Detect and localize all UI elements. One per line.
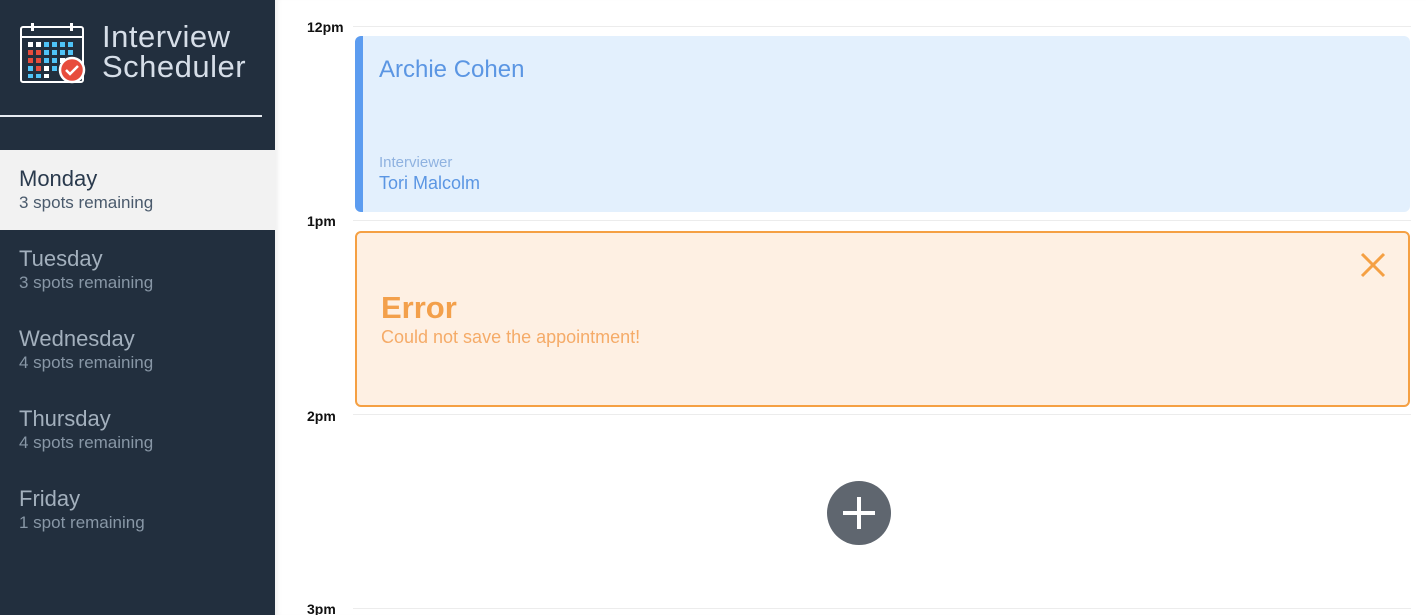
add-appointment-button[interactable]	[827, 481, 891, 545]
slot-separator	[353, 220, 1411, 221]
brand: Interview Scheduler	[20, 20, 260, 90]
day-name: Friday	[19, 486, 81, 511]
day-item-wednesday[interactable]: Wednesday 4 spots remaining	[0, 310, 275, 390]
error-title: Error	[381, 290, 457, 325]
slot-separator	[353, 608, 1411, 609]
day-name: Tuesday	[19, 246, 103, 271]
appointment-card[interactable]: Archie Cohen Interviewer Tori Malcolm	[355, 36, 1410, 212]
app: Interview Scheduler Monday 3 spots remai…	[0, 0, 1426, 615]
day-name: Wednesday	[19, 326, 135, 351]
day-spots: 1 spot remaining	[19, 513, 145, 532]
time-label-3pm: 3pm	[307, 601, 336, 615]
app-title-line1: Interview	[102, 19, 231, 54]
error-card: Error Could not save the appointment!	[355, 231, 1410, 407]
day-spots: 3 spots remaining	[19, 193, 154, 212]
app-title: Interview Scheduler	[102, 19, 247, 84]
day-spots: 4 spots remaining	[19, 353, 154, 372]
time-label-1pm: 1pm	[307, 213, 336, 229]
error-message: Could not save the appointment!	[381, 327, 641, 347]
plus-icon	[843, 497, 875, 529]
day-name: Thursday	[19, 406, 111, 431]
schedule: 12pm Archie Cohen Interviewer Tori Malco…	[275, 0, 1426, 615]
time-label-2pm: 2pm	[307, 408, 336, 424]
close-icon[interactable]	[1358, 250, 1388, 280]
day-item-monday[interactable]: Monday 3 spots remaining	[0, 150, 275, 230]
sidebar-divider	[0, 115, 262, 117]
day-item-thursday[interactable]: Thursday 4 spots remaining	[0, 390, 275, 470]
slot-separator	[353, 414, 1411, 415]
day-list: Monday 3 spots remaining Tuesday 3 spots…	[0, 150, 275, 550]
app-title-line2: Scheduler	[102, 49, 247, 84]
day-name: Monday	[19, 166, 98, 191]
calendar-check-icon	[20, 23, 86, 84]
interviewer-name: Tori Malcolm	[379, 173, 481, 193]
day-spots: 3 spots remaining	[19, 273, 154, 292]
sidebar: Interview Scheduler Monday 3 spots remai…	[0, 0, 275, 615]
day-spots: 4 spots remaining	[19, 433, 154, 452]
day-item-friday[interactable]: Friday 1 spot remaining	[0, 470, 275, 550]
interviewer-label: Interviewer	[379, 154, 453, 171]
slot-separator	[353, 26, 1411, 27]
time-label-12pm: 12pm	[307, 19, 344, 35]
student-name: Archie Cohen	[379, 56, 525, 83]
day-item-tuesday[interactable]: Tuesday 3 spots remaining	[0, 230, 275, 310]
